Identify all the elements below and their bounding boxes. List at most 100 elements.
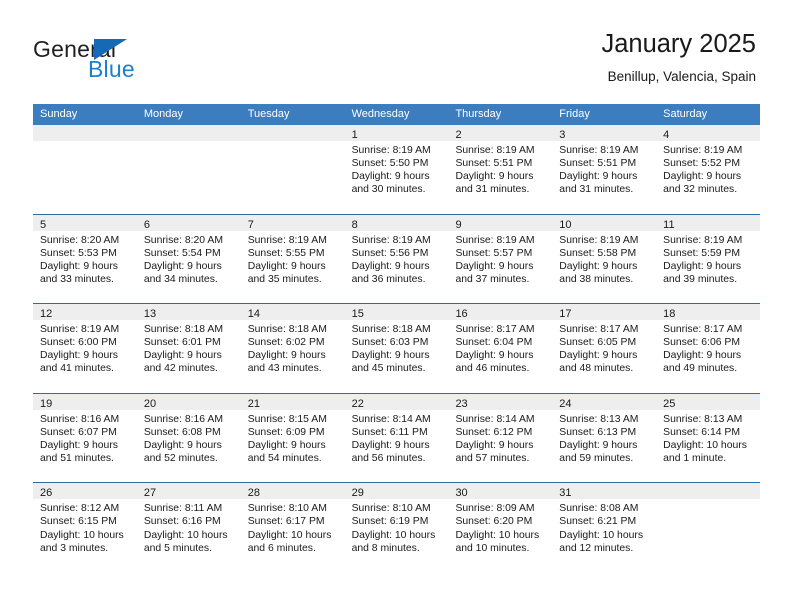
day-number-band: 13 <box>136 304 241 321</box>
day-number-band: 30 <box>448 483 553 500</box>
day-cell-1[interactable]: 1 Sunrise: 8:19 AM Sunset: 5:50 PM Daylight… <box>344 125 449 214</box>
day-detail-line: Sunset: 5:51 PM <box>455 158 533 170</box>
day-cell-29[interactable]: 29 Sunrise: 8:10 AM Sunset: 6:19 PM Dayligh… <box>344 483 449 572</box>
day-cell-2[interactable]: 2 Sunrise: 8:19 AM Sunset: 5:51 PM Daylight… <box>448 125 553 214</box>
day-cell-16[interactable]: 16 Sunrise: 8:17 AM Sunset: 6:04 PM Dayligh… <box>448 304 553 393</box>
day-number: 24 <box>559 397 572 410</box>
day-detail-line: Sunrise: 8:18 AM <box>247 324 327 336</box>
day-detail-line: Sunrise: 8:16 AM <box>143 413 223 425</box>
day-detail-line: Daylight: 10 hours <box>351 529 436 541</box>
day-cell-19[interactable]: 19 Sunrise: 8:16 AM Sunset: 6:07 PM Dayligh… <box>33 393 137 483</box>
day-number-band: 21 <box>240 393 345 410</box>
day-cell-14[interactable]: 14 Sunrise: 8:18 AM Sunset: 6:02 PM Dayligh… <box>240 304 345 393</box>
day-cell-28[interactable]: 28 Sunrise: 8:10 AM Sunset: 6:17 PM Dayligh… <box>240 483 345 572</box>
day-number-band: 12 <box>33 304 137 321</box>
day-detail-line: Daylight: 9 hours <box>455 350 534 362</box>
day-detail-line: Sunset: 6:17 PM <box>247 516 325 528</box>
day-number-band: 14 <box>240 304 345 321</box>
day-number-band: 28 <box>240 483 345 500</box>
day-detail-line: Sunset: 6:21 PM <box>559 516 637 528</box>
day-detail-line: Sunrise: 8:11 AM <box>143 503 223 515</box>
day-cell-7[interactable]: 7 Sunrise: 8:19 AM Sunset: 5:55 PM Daylight… <box>240 214 345 304</box>
day-cell-11[interactable]: 11 Sunrise: 8:19 AM Sunset: 5:59 PM Dayligh… <box>656 214 761 304</box>
day-detail-line: Sunset: 6:06 PM <box>663 337 740 349</box>
day-detail-line: Sunset: 5:58 PM <box>559 247 637 259</box>
day-detail-line: Sunset: 6:16 PM <box>143 516 221 528</box>
day-cell-3[interactable]: 3 Sunrise: 8:19 AM Sunset: 5:51 PM Daylight… <box>552 125 657 214</box>
day-details: Sunrise: 8:13 AM Sunset: 6:14 PM Daylight:… <box>656 410 760 465</box>
day-cell-31[interactable]: 31 Sunrise: 8:08 AM Sunset: 6:21 PM Dayligh… <box>552 483 657 572</box>
day-detail-line: Sunrise: 8:19 AM <box>455 145 535 156</box>
day-cell-6[interactable]: 6 Sunrise: 8:20 AM Sunset: 5:54 PM Daylight… <box>136 214 241 304</box>
day-cell-21[interactable]: 21 Sunrise: 8:15 AM Sunset: 6:09 PM Dayligh… <box>240 393 345 483</box>
day-cell-30[interactable]: 30 Sunrise: 8:09 AM Sunset: 6:20 PM Dayligh… <box>448 483 553 572</box>
day-number-band: 7 <box>240 214 345 231</box>
day-details: Sunrise: 8:13 AM Sunset: 6:13 PM Daylight:… <box>552 410 656 465</box>
day-cell-12[interactable]: 12 Sunrise: 8:19 AM Sunset: 6:00 PM Dayligh… <box>33 304 137 393</box>
day-detail-line: Daylight: 9 hours <box>143 260 222 272</box>
day-cell-22[interactable]: 22 Sunrise: 8:14 AM Sunset: 6:11 PM Dayligh… <box>344 393 449 483</box>
day-cell-27[interactable]: 27 Sunrise: 8:11 AM Sunset: 6:16 PM Dayligh… <box>136 483 241 572</box>
weekday-header-saturday: Saturday <box>663 108 708 120</box>
calendar-week-row: 19 Sunrise: 8:16 AM Sunset: 6:07 PM Dayligh… <box>33 392 761 483</box>
day-detail-line: Sunrise: 8:18 AM <box>143 324 223 336</box>
day-number-band: 1 <box>344 125 449 141</box>
day-detail-line: Daylight: 9 hours <box>559 350 638 362</box>
day-number-band: 18 <box>656 304 761 321</box>
day-cell-20[interactable]: 20 Sunrise: 8:16 AM Sunset: 6:08 PM Dayligh… <box>136 393 241 483</box>
day-detail-line: Sunrise: 8:19 AM <box>351 145 431 156</box>
day-number: 17 <box>559 308 572 321</box>
day-cell-24[interactable]: 24 Sunrise: 8:13 AM Sunset: 6:13 PM Dayligh… <box>552 393 657 483</box>
day-details: Sunrise: 8:20 AM Sunset: 5:53 PM Daylight:… <box>33 231 137 286</box>
day-cell-17[interactable]: 17 Sunrise: 8:17 AM Sunset: 6:05 PM Dayligh… <box>552 304 657 393</box>
title-block: January 2025 Benillup, Valencia, Spain <box>601 28 756 87</box>
day-detail-line: and 12 minutes. <box>559 542 634 554</box>
day-detail-line: Daylight: 9 hours <box>455 260 534 272</box>
day-cell-4[interactable]: 4 Sunrise: 8:19 AM Sunset: 5:52 PM Daylight… <box>656 125 761 214</box>
general-blue-logo[interactable]: General Blue <box>33 36 233 86</box>
day-detail-line: Daylight: 9 hours <box>455 171 534 183</box>
day-detail-line: Daylight: 9 hours <box>351 171 430 183</box>
day-number-band: 17 <box>552 304 657 321</box>
calendar-week-row: 5 Sunrise: 8:20 AM Sunset: 5:53 PM Daylight… <box>33 213 761 304</box>
day-cell-empty <box>136 125 241 214</box>
day-number: 9 <box>455 218 462 231</box>
day-detail-line: and 48 minutes. <box>559 363 634 375</box>
day-detail-line: Sunset: 6:02 PM <box>247 337 325 349</box>
day-details: Sunrise: 8:19 AM Sunset: 5:50 PM Daylight:… <box>345 141 449 196</box>
day-detail-line: Sunrise: 8:19 AM <box>351 234 431 246</box>
day-detail-line: Sunrise: 8:17 AM <box>663 324 743 336</box>
day-number: 11 <box>663 218 675 231</box>
calendar-week-row: 1 Sunrise: 8:19 AM Sunset: 5:50 PM Daylight… <box>33 125 761 214</box>
day-detail-line: and 35 minutes. <box>247 273 322 285</box>
day-cell-23[interactable]: 23 Sunrise: 8:14 AM Sunset: 6:12 PM Dayligh… <box>448 393 553 483</box>
day-details: Sunrise: 8:18 AM Sunset: 6:02 PM Daylight:… <box>241 320 345 375</box>
day-detail-line: and 31 minutes. <box>455 184 530 196</box>
day-cell-26[interactable]: 26 Sunrise: 8:12 AM Sunset: 6:15 PM Dayligh… <box>33 483 137 572</box>
day-detail-line: Sunrise: 8:14 AM <box>455 413 535 425</box>
day-number: 16 <box>455 308 468 321</box>
weekday-header-monday: Monday <box>143 108 183 120</box>
day-detail-line: Daylight: 9 hours <box>559 171 638 183</box>
day-detail-line: Sunset: 5:52 PM <box>663 158 740 170</box>
day-number-band <box>656 483 761 500</box>
day-number-band: 23 <box>448 393 553 410</box>
day-cell-15[interactable]: 15 Sunrise: 8:18 AM Sunset: 6:03 PM Dayligh… <box>344 304 449 393</box>
day-number-band <box>136 125 241 141</box>
day-cell-9[interactable]: 9 Sunrise: 8:19 AM Sunset: 5:57 PM Daylight… <box>448 214 553 304</box>
day-cell-18[interactable]: 18 Sunrise: 8:17 AM Sunset: 6:06 PM Dayligh… <box>656 304 761 393</box>
calendar-week-row: 26 Sunrise: 8:12 AM Sunset: 6:15 PM Dayligh… <box>33 482 761 572</box>
day-cell-13[interactable]: 13 Sunrise: 8:18 AM Sunset: 6:01 PM Dayligh… <box>136 304 241 393</box>
day-detail-line: Daylight: 9 hours <box>351 260 430 272</box>
day-cell-5[interactable]: 5 Sunrise: 8:20 AM Sunset: 5:53 PM Daylight… <box>33 214 137 304</box>
day-cell-25[interactable]: 25 Sunrise: 8:13 AM Sunset: 6:14 PM Dayligh… <box>656 393 761 483</box>
day-cell-8[interactable]: 8 Sunrise: 8:19 AM Sunset: 5:56 PM Daylight… <box>344 214 449 304</box>
day-detail-line: Sunset: 6:12 PM <box>455 426 533 438</box>
day-detail-line: Sunset: 6:19 PM <box>351 516 429 528</box>
day-cell-10[interactable]: 10 Sunrise: 8:19 AM Sunset: 5:58 PM Dayligh… <box>552 214 657 304</box>
logo-text-blue: Blue <box>88 56 135 82</box>
day-details: Sunrise: 8:18 AM Sunset: 6:01 PM Daylight:… <box>137 320 241 375</box>
day-detail-line: Sunrise: 8:10 AM <box>351 503 431 515</box>
day-details: Sunrise: 8:19 AM Sunset: 5:56 PM Daylight:… <box>345 231 449 286</box>
day-number-band <box>33 125 137 141</box>
